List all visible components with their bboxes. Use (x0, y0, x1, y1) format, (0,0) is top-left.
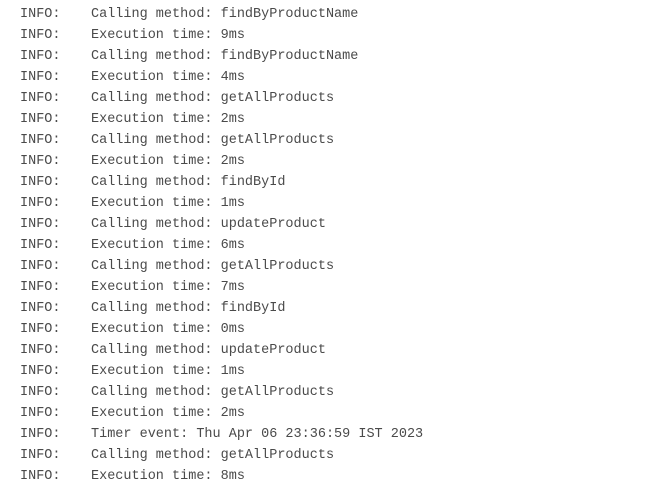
log-line: INFO: Calling method: getAllProducts (20, 382, 650, 403)
log-line: INFO: Execution time: 4ms (20, 67, 650, 88)
log-message: Calling method: getAllProducts (91, 448, 335, 463)
log-level: INFO: (20, 49, 61, 64)
log-level: INFO: (20, 7, 61, 22)
log-level: INFO: (20, 28, 61, 43)
log-message: Execution time: 6ms (91, 238, 245, 253)
log-line: INFO: Execution time: 9ms (20, 25, 650, 46)
log-line: INFO: Execution time: 1ms (20, 361, 650, 382)
log-line: INFO: Execution time: 7ms (20, 277, 650, 298)
log-level: INFO: (20, 238, 61, 253)
log-message: Calling method: getAllProducts (91, 385, 335, 400)
log-line: INFO: Calling method: findById (20, 298, 650, 319)
log-level: INFO: (20, 175, 61, 190)
log-line: INFO: Timer event: Thu Apr 06 23:36:59 IS… (20, 424, 650, 445)
log-line: INFO: Execution time: 1ms (20, 193, 650, 214)
log-message: Calling method: findByProductName (91, 49, 359, 64)
log-level: INFO: (20, 406, 61, 421)
log-line: INFO: Calling method: getAllProducts (20, 130, 650, 151)
log-line: INFO: Calling method: findByProductName (20, 46, 650, 67)
log-line: INFO: Calling method: findByProductName (20, 4, 650, 25)
log-message: Calling method: findById (91, 175, 286, 190)
log-line: INFO: Calling method: getAllProducts (20, 256, 650, 277)
log-message: Execution time: 7ms (91, 280, 245, 295)
log-level: INFO: (20, 448, 61, 463)
log-message: Execution time: 0ms (91, 322, 245, 337)
console-output: INFO: Calling method: findByProductName I… (20, 4, 650, 487)
log-level: INFO: (20, 469, 61, 484)
log-line: INFO: Calling method: getAllProducts (20, 445, 650, 466)
log-level: INFO: (20, 259, 61, 274)
log-level: INFO: (20, 385, 61, 400)
log-message: Calling method: getAllProducts (91, 91, 335, 106)
log-level: INFO: (20, 364, 61, 379)
log-message: Calling method: getAllProducts (91, 259, 335, 274)
log-line: INFO: Calling method: getAllProducts (20, 88, 650, 109)
log-message: Execution time: 1ms (91, 196, 245, 211)
log-message: Execution time: 9ms (91, 28, 245, 43)
log-message: Calling method: getAllProducts (91, 133, 335, 148)
log-level: INFO: (20, 70, 61, 85)
log-message: Execution time: 2ms (91, 406, 245, 421)
log-level: INFO: (20, 280, 61, 295)
log-level: INFO: (20, 217, 61, 232)
log-level: INFO: (20, 91, 61, 106)
log-level: INFO: (20, 322, 61, 337)
log-message: Calling method: findByProductName (91, 7, 359, 22)
log-message: Execution time: 2ms (91, 112, 245, 127)
log-line: INFO: Calling method: updateProduct (20, 340, 650, 361)
log-message: Execution time: 1ms (91, 364, 245, 379)
log-line: INFO: Execution time: 6ms (20, 235, 650, 256)
log-message: Calling method: findById (91, 301, 286, 316)
log-line: INFO: Execution time: 2ms (20, 403, 650, 424)
log-line: INFO: Execution time: 8ms (20, 466, 650, 487)
log-message: Timer event: Thu Apr 06 23:36:59 IST 202… (91, 427, 424, 442)
log-level: INFO: (20, 301, 61, 316)
log-line: INFO: Execution time: 0ms (20, 319, 650, 340)
log-message: Execution time: 4ms (91, 70, 245, 85)
log-line: INFO: Execution time: 2ms (20, 151, 650, 172)
log-level: INFO: (20, 133, 61, 148)
log-message: Calling method: updateProduct (91, 217, 326, 232)
log-level: INFO: (20, 427, 61, 442)
log-message: Execution time: 8ms (91, 469, 245, 484)
log-message: Execution time: 2ms (91, 154, 245, 169)
log-message: Calling method: updateProduct (91, 343, 326, 358)
log-line: INFO: Calling method: findById (20, 172, 650, 193)
log-line: INFO: Execution time: 2ms (20, 109, 650, 130)
log-level: INFO: (20, 196, 61, 211)
log-level: INFO: (20, 154, 61, 169)
log-line: INFO: Calling method: updateProduct (20, 214, 650, 235)
log-level: INFO: (20, 343, 61, 358)
log-level: INFO: (20, 112, 61, 127)
